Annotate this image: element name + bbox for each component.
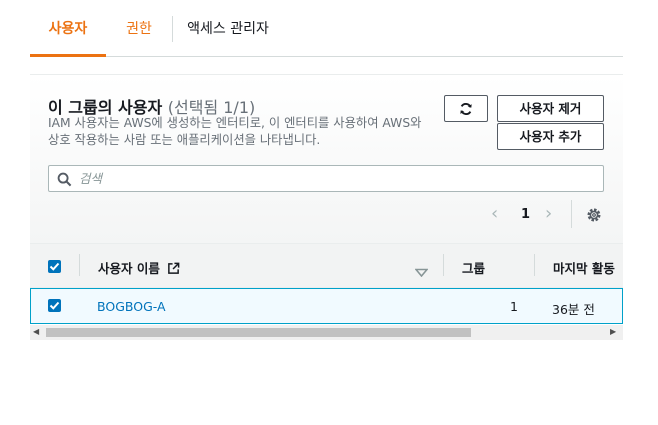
column-header-last-activity[interactable]: 마지막 활동 — [553, 258, 623, 277]
sort-down-icon[interactable] — [414, 262, 429, 281]
remove-users-button[interactable]: 사용자 제거 — [497, 95, 604, 122]
tab-bar: 사용자 권한 액세스 관리자 — [30, 0, 623, 57]
last-activity: 36분 전 — [552, 302, 595, 317]
column-header-username[interactable]: 사용자 이름 — [98, 258, 180, 277]
column-header-username-label: 사용자 이름 — [98, 261, 160, 276]
users-panel: 이 그룹의 사용자 (선택됨 1/1) IAM 사용자는 AWS에 생성하는 엔… — [30, 74, 623, 342]
add-users-button[interactable]: 사용자 추가 — [497, 123, 604, 150]
tab-users[interactable]: 사용자 — [30, 0, 106, 57]
panel-description: IAM 사용자는 AWS에 생성하는 엔터티로, 이 엔터티를 사용하여 AWS… — [48, 116, 422, 147]
checkbox-checked-icon — [49, 301, 60, 310]
table-header: 사용자 이름 그룹 마지막 활동 — [30, 243, 623, 288]
search-input[interactable] — [79, 169, 589, 188]
refresh-icon — [460, 102, 472, 116]
tab-permissions[interactable]: 권한 — [106, 0, 172, 57]
column-divider — [534, 254, 535, 276]
search-icon — [57, 172, 72, 187]
column-divider — [443, 254, 444, 276]
chevron-left-icon[interactable]: ‹ — [491, 203, 498, 224]
pagination-divider — [571, 200, 572, 228]
refresh-button[interactable] — [444, 95, 488, 122]
current-page-number[interactable]: 1 — [521, 207, 530, 227]
row-checkbox[interactable] — [48, 299, 61, 312]
select-all-checkbox[interactable] — [48, 260, 61, 273]
scrollbar-thumb[interactable] — [46, 328, 471, 337]
groups-count: 1 — [510, 299, 518, 314]
panel-header: 이 그룹의 사용자 (선택됨 1/1) IAM 사용자는 AWS에 생성하는 엔… — [30, 75, 623, 243]
gear-icon[interactable] — [586, 207, 602, 227]
scroll-left-icon[interactable]: ◀ — [33, 327, 39, 336]
scroll-right-icon[interactable]: ▶ — [610, 327, 616, 336]
checkbox-checked-icon — [49, 262, 60, 271]
external-link-icon — [168, 262, 180, 274]
table-row[interactable]: BOGBOG-A 1 36분 전 — [30, 288, 623, 324]
username-link[interactable]: BOGBOG-A — [97, 299, 166, 314]
column-divider — [79, 254, 80, 276]
search-field[interactable] — [48, 165, 604, 192]
horizontal-scrollbar[interactable]: ◀ ▶ — [30, 325, 623, 340]
tab-access-advisor[interactable]: 액세스 관리자 — [172, 0, 284, 57]
column-header-groups[interactable]: 그룹 — [462, 258, 485, 277]
chevron-right-icon[interactable]: › — [545, 203, 552, 224]
